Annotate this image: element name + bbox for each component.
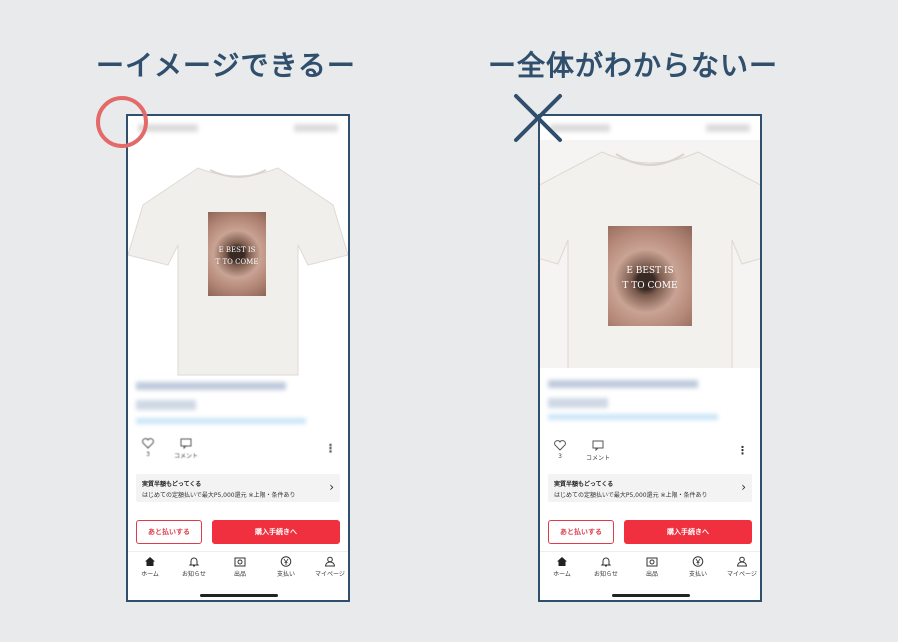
tab-label-sell: 出品	[233, 571, 246, 578]
print-line-2: T TO COME	[622, 281, 678, 291]
home-indicator	[200, 594, 278, 597]
more-vertical-icon[interactable]: ⋮	[325, 442, 336, 455]
heart-icon	[142, 438, 154, 449]
comment-button[interactable]: コメント	[586, 440, 610, 462]
heart-icon	[554, 440, 566, 451]
action-row: 3 コメント ⋮	[128, 438, 348, 468]
tab-label-payment: 支払い	[276, 571, 295, 578]
tab-home[interactable]: ホーム	[542, 556, 582, 578]
user-icon	[324, 556, 336, 567]
tab-label-sell: 出品	[645, 571, 658, 578]
good-circle-mark	[96, 96, 148, 148]
tab-sell[interactable]: 出品	[632, 556, 672, 578]
home-indicator	[612, 594, 690, 597]
blurred-price	[136, 400, 196, 410]
blurred-header	[138, 124, 338, 136]
user-icon	[736, 556, 748, 567]
tab-label-payment: 支払い	[688, 571, 707, 578]
product-photo[interactable]: E BEST IS T TO COME	[540, 140, 760, 368]
pay-later-button[interactable]: あと払いする	[548, 520, 614, 544]
tab-notifications[interactable]: お知らせ	[174, 556, 214, 578]
tab-mypage[interactable]: マイページ	[310, 556, 348, 578]
tab-label-home: ホーム	[141, 571, 159, 578]
blurred-link	[136, 418, 306, 424]
tab-payment[interactable]: 支払い	[678, 556, 718, 578]
checkout-button[interactable]: 購入手続きへ	[212, 520, 340, 544]
action-row: 3 コメント ⋮	[540, 440, 760, 470]
print-line-1: E BEST IS	[626, 266, 674, 276]
tab-notifications[interactable]: お知らせ	[586, 556, 626, 578]
bell-icon	[600, 557, 612, 567]
like-count: 3	[558, 453, 562, 460]
product-photo[interactable]: E BEST IS T TO COME	[128, 140, 348, 380]
tab-payment[interactable]: 支払い	[266, 556, 306, 578]
heading-left: ーイメージできるー	[96, 49, 356, 82]
tab-home[interactable]: ホーム	[130, 556, 170, 578]
blurred-link	[548, 414, 718, 420]
chevron-right-icon: ›	[329, 480, 334, 494]
promo-banner[interactable]: 実質半額もどってくる はじめての定額払いで最大P5,000還元 ※上限・条件あり…	[548, 474, 752, 502]
tab-label-mypage: マイページ	[727, 571, 757, 578]
comment-button[interactable]: コメント	[174, 438, 198, 460]
like-button[interactable]: 3	[142, 438, 154, 458]
tab-bar: ホーム お知らせ 出品 支払い マイページ	[540, 551, 760, 600]
home-icon	[557, 557, 567, 566]
tab-sell[interactable]: 出品	[220, 556, 260, 578]
chevron-right-icon: ›	[741, 480, 746, 494]
phone-bad-example: E BEST IS T TO COME 3 コメント ⋮ 実質半額もどってくる …	[538, 114, 762, 602]
comment-label: コメント	[174, 453, 199, 460]
yen-icon	[280, 556, 292, 567]
shirt-print: E BEST IS T TO COME	[608, 226, 692, 326]
print-line-2: T TO COME	[215, 257, 259, 266]
tab-label-mypage: マイページ	[315, 571, 345, 578]
comment-icon	[592, 440, 604, 451]
bad-cross-mark	[514, 94, 562, 142]
promo-title: 実質半額もどってくる	[554, 481, 614, 488]
home-icon	[145, 557, 155, 566]
blurred-title	[136, 382, 286, 390]
promo-banner[interactable]: 実質半額もどってくる はじめての定額払いで最大P5,000還元 ※上限・条件あり…	[136, 474, 340, 502]
tab-label-notifications: お知らせ	[594, 571, 618, 578]
tab-label-notifications: お知らせ	[182, 571, 206, 578]
heading-right: ー全体がわからないー	[488, 49, 779, 82]
comment-label: コメント	[586, 455, 611, 462]
blurred-header	[550, 124, 750, 136]
shirt-print: E BEST IS T TO COME	[208, 212, 266, 296]
yen-icon	[692, 556, 704, 567]
tab-bar: ホーム お知らせ 出品 支払い マイページ	[128, 551, 348, 600]
like-count: 3	[146, 451, 150, 458]
print-line-1: E BEST IS	[218, 245, 256, 254]
promo-title: 実質半額もどってくる	[142, 481, 202, 488]
blurred-price	[548, 398, 608, 408]
promo-subtitle: はじめての定額払いで最大P5,000還元 ※上限・条件あり	[554, 492, 708, 499]
pay-later-button[interactable]: あと払いする	[136, 520, 202, 544]
promo-subtitle: はじめての定額払いで最大P5,000還元 ※上限・条件あり	[142, 492, 296, 499]
phone-good-example: E BEST IS T TO COME 3 コメント ⋮ 実質半額もどってくる …	[126, 114, 350, 602]
blurred-title	[548, 380, 698, 388]
camera-icon	[646, 557, 658, 567]
checkout-button[interactable]: 購入手続きへ	[624, 520, 752, 544]
like-button[interactable]: 3	[554, 440, 566, 460]
comment-icon	[180, 438, 192, 449]
more-vertical-icon[interactable]: ⋮	[737, 444, 748, 457]
bell-icon	[188, 557, 200, 567]
camera-icon	[234, 557, 246, 567]
tab-mypage[interactable]: マイページ	[722, 556, 760, 578]
tab-label-home: ホーム	[553, 571, 571, 578]
